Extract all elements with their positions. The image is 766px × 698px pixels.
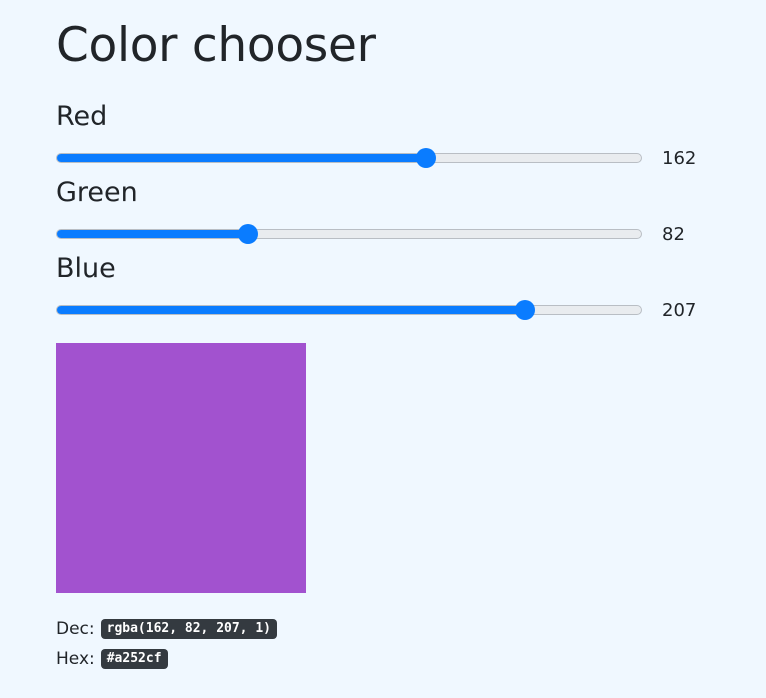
- dec-value-badge: rgba(162, 82, 207, 1): [100, 619, 277, 639]
- red-slider[interactable]: [56, 148, 642, 168]
- page-title: Color chooser: [56, 18, 376, 73]
- red-channel: Red 162: [56, 100, 756, 176]
- red-slider-fill: [57, 154, 427, 162]
- hex-label: Hex:: [56, 649, 95, 669]
- dec-label: Dec:: [56, 619, 95, 639]
- color-chooser-page: { "page": { "title": "Color chooser" }, …: [0, 0, 766, 698]
- green-value: 82: [662, 224, 685, 245]
- red-label: Red: [56, 101, 108, 132]
- red-value: 162: [662, 148, 697, 169]
- blue-slider-track[interactable]: [56, 305, 642, 315]
- green-slider-fill: [57, 230, 249, 238]
- dec-output-row: Dec: rgba(162, 82, 207, 1): [56, 618, 277, 640]
- blue-channel: Blue 207: [56, 252, 756, 328]
- main-content: Color chooser: [56, 0, 756, 74]
- green-label: Green: [56, 177, 138, 208]
- red-slider-track[interactable]: [56, 153, 642, 163]
- blue-slider[interactable]: [56, 300, 642, 320]
- green-slider[interactable]: [56, 224, 642, 244]
- blue-slider-thumb[interactable]: [515, 300, 536, 320]
- green-channel: Green 82: [56, 176, 756, 252]
- hex-output-row: Hex: #a252cf: [56, 648, 168, 670]
- green-slider-thumb[interactable]: [238, 224, 258, 244]
- blue-value: 207: [662, 300, 697, 321]
- hex-value-badge: #a252cf: [100, 649, 168, 669]
- blue-label: Blue: [56, 253, 116, 284]
- red-slider-thumb[interactable]: [415, 148, 436, 168]
- green-slider-track[interactable]: [56, 229, 642, 239]
- blue-slider-fill: [57, 306, 527, 314]
- color-swatch: [56, 343, 306, 593]
